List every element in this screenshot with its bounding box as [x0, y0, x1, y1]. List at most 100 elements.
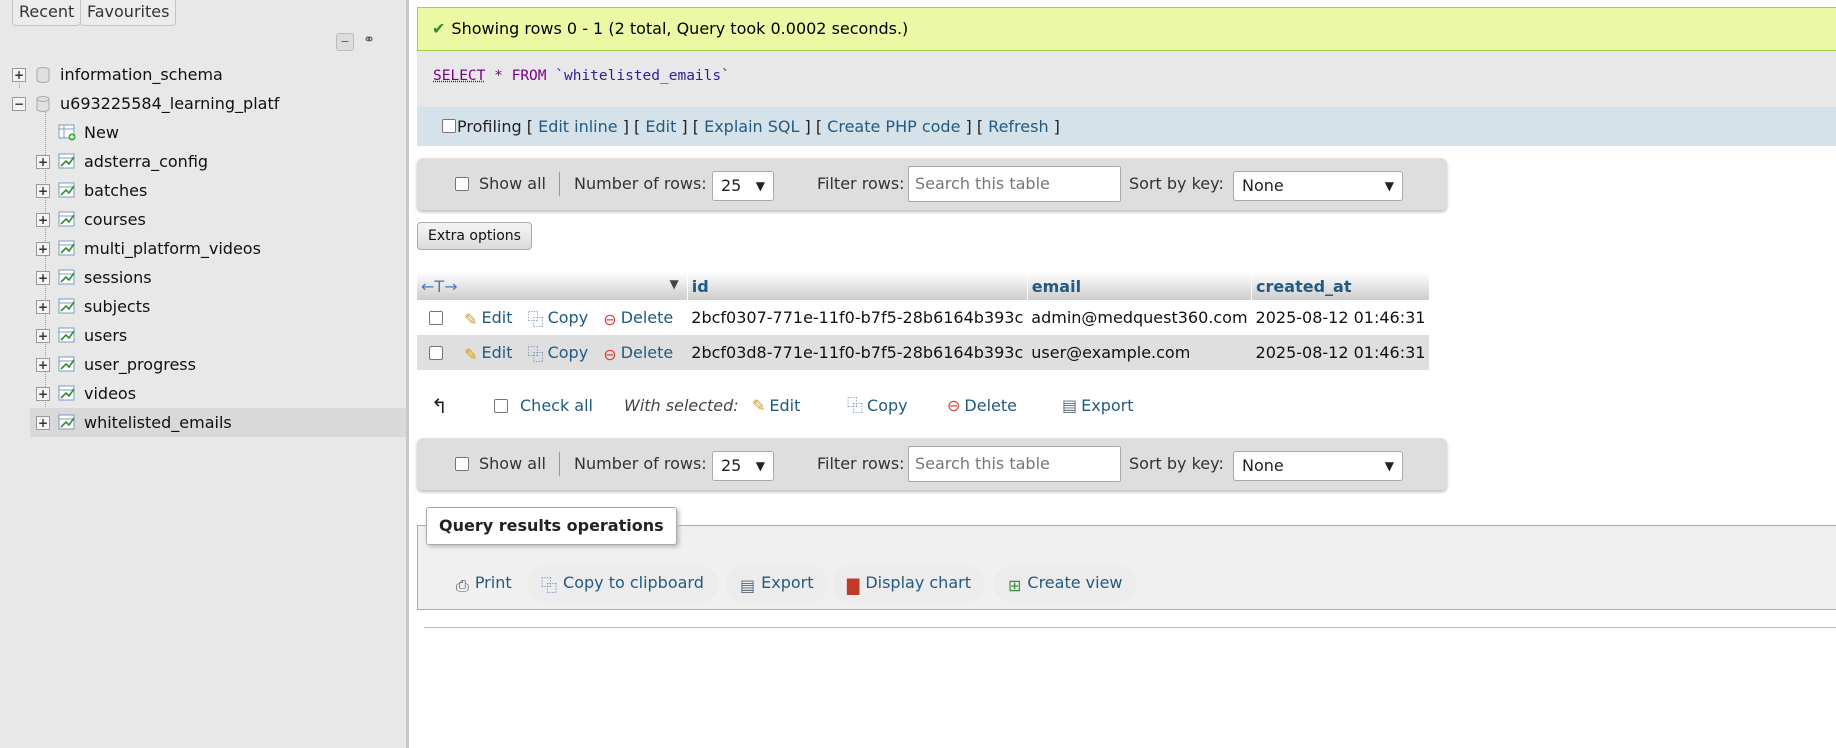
table-icon[interactable] — [58, 298, 76, 315]
table-row[interactable]: ✎ Edit ⿻ Copy ⊖ Delete 2bcf0307-771e-11f0-b… — [417, 300, 1430, 335]
tree-item-videos[interactable]: + videos — [0, 379, 406, 408]
explain-sql-link[interactable]: Explain SQL — [704, 117, 799, 136]
show-all-label[interactable]: Show all — [479, 438, 546, 490]
expand-icon[interactable]: + — [36, 271, 50, 285]
tree-item-courses[interactable]: + courses — [0, 205, 406, 234]
tree-item-new-table[interactable]: New — [0, 118, 406, 147]
tree-item-label[interactable]: multi_platform_videos — [84, 234, 261, 263]
link-icon[interactable]: ⚭ — [360, 33, 378, 51]
bulk-delete-button[interactable]: ⊖ Delete — [947, 389, 1017, 423]
sort-by-key-select[interactable]: None ▼ — [1233, 171, 1403, 201]
cell-id[interactable]: 2bcf0307-771e-11f0-b7f5-28b6164b393c — [687, 300, 1028, 335]
tree-item-adsterra-config[interactable]: + adsterra_config — [0, 147, 406, 176]
tree-item-label[interactable]: adsterra_config — [84, 147, 208, 176]
column-header-id[interactable]: id — [687, 272, 1028, 300]
row-delete-button[interactable]: ⊖ Delete — [603, 343, 673, 364]
expand-icon[interactable]: + — [36, 329, 50, 343]
expand-icon[interactable]: + — [36, 213, 50, 227]
column-header-created-at[interactable]: created_at — [1251, 272, 1430, 300]
bulk-export-button[interactable]: ▤ Export — [1062, 389, 1134, 423]
row-checkbox[interactable] — [429, 311, 443, 325]
create-view-button[interactable]: ⊞ Create view — [994, 565, 1137, 603]
create-php-code-link[interactable]: Create PHP code — [827, 117, 960, 136]
copy-to-clipboard-button[interactable]: ⿻ Copy to clipboard — [527, 565, 718, 603]
show-all-checkbox[interactable] — [455, 457, 469, 471]
bulk-edit-button[interactable]: ✎ Edit — [752, 389, 800, 423]
display-chart-button[interactable]: ▇ Display chart — [833, 565, 985, 603]
tree-item-batches[interactable]: + batches — [0, 176, 406, 205]
table-icon[interactable] — [58, 327, 76, 344]
expand-icon[interactable]: + — [12, 68, 26, 82]
recent-tab[interactable]: Recent — [12, 0, 82, 26]
tree-item-whitelisted-emails[interactable]: + whitelisted_emails — [30, 408, 406, 437]
sql-query-box[interactable]: SELECT * FROM `whitelisted_emails` — [417, 51, 1836, 107]
filter-rows-input[interactable]: Search this table — [908, 166, 1121, 202]
show-all-label[interactable]: Show all — [479, 158, 546, 210]
expand-icon[interactable]: + — [36, 155, 50, 169]
cell-id[interactable]: 2bcf03d8-771e-11f0-b7f5-28b6164b393c — [687, 335, 1028, 370]
row-checkbox[interactable] — [429, 346, 443, 360]
refresh-link[interactable]: Refresh — [988, 117, 1048, 136]
tree-item-sessions[interactable]: + sessions — [0, 263, 406, 292]
export-button[interactable]: ▤ Export — [726, 565, 828, 603]
check-all-link[interactable]: Check all — [520, 389, 593, 423]
column-arrows-header[interactable]: ←T→ ▼ — [417, 272, 688, 300]
column-header-email[interactable]: email — [1027, 272, 1253, 300]
tree-item-label[interactable]: u693225584_learning_platf — [60, 89, 279, 118]
tree-item-label[interactable]: user_progress — [84, 350, 196, 379]
column-arrows-icon[interactable]: ←T→ — [421, 277, 458, 296]
table-row[interactable]: ✎ Edit ⿻ Copy ⊖ Delete 2bcf03d8-771e-11f0-b… — [417, 335, 1430, 370]
favourites-tab[interactable]: Favourites — [80, 0, 177, 26]
row-edit-button[interactable]: ✎ Edit — [464, 343, 512, 364]
tree-item-label[interactable]: batches — [84, 176, 147, 205]
collapse-all-icon[interactable]: − — [336, 33, 354, 51]
expand-icon[interactable]: + — [36, 300, 50, 314]
tree-item-label[interactable]: information_schema — [60, 60, 223, 89]
extra-options-button[interactable]: Extra options — [417, 222, 532, 250]
tree-item-label[interactable]: sessions — [84, 263, 152, 292]
expand-icon[interactable]: + — [36, 242, 50, 256]
tree-item-learning-platform-db[interactable]: − u693225584_learning_platf — [0, 89, 406, 118]
table-icon[interactable] — [58, 182, 76, 199]
tree-item-label[interactable]: subjects — [84, 292, 150, 321]
tree-item-label[interactable]: courses — [84, 205, 146, 234]
row-edit-button[interactable]: ✎ Edit — [464, 308, 512, 329]
tree-item-label[interactable]: whitelisted_emails — [84, 408, 232, 437]
profiling-checkbox[interactable] — [442, 119, 456, 133]
expand-icon[interactable]: + — [36, 416, 50, 430]
expand-icon[interactable]: + — [36, 184, 50, 198]
table-icon[interactable] — [58, 356, 76, 373]
cell-created-at[interactable]: 2025-08-12 01:46:31 — [1251, 300, 1430, 335]
number-of-rows-select[interactable]: 25 ▼ — [712, 451, 774, 481]
tree-item-users[interactable]: + users — [0, 321, 406, 350]
filter-rows-input[interactable]: Search this table — [908, 446, 1121, 482]
row-delete-button[interactable]: ⊖ Delete — [603, 308, 673, 329]
table-icon[interactable] — [58, 153, 76, 170]
check-all-checkbox[interactable] — [494, 399, 508, 413]
row-copy-button[interactable]: ⿻ Copy — [528, 308, 589, 329]
cell-email[interactable]: admin@medquest360.com — [1027, 300, 1252, 335]
number-of-rows-select[interactable]: 25 ▼ — [712, 171, 774, 201]
sort-by-key-select[interactable]: None ▼ — [1233, 451, 1403, 481]
print-button[interactable]: ⎙ Print — [442, 565, 526, 603]
edit-query-link[interactable]: Edit — [645, 117, 676, 136]
table-icon[interactable] — [58, 414, 76, 431]
sort-chevron-icon[interactable]: ▼ — [670, 277, 679, 291]
edit-inline-link[interactable]: Edit inline — [538, 117, 618, 136]
tree-item-subjects[interactable]: + subjects — [0, 292, 406, 321]
sql-keyword-select[interactable]: SELECT — [433, 68, 485, 84]
collapse-icon[interactable]: − — [12, 97, 26, 111]
table-icon[interactable] — [58, 211, 76, 228]
show-all-checkbox[interactable] — [455, 177, 469, 191]
cell-created-at[interactable]: 2025-08-12 01:46:31 — [1251, 335, 1430, 370]
table-icon[interactable] — [58, 385, 76, 402]
tree-item-user-progress[interactable]: + user_progress — [0, 350, 406, 379]
bulk-copy-button[interactable]: ⿻ Copy — [847, 389, 908, 423]
expand-icon[interactable]: + — [36, 358, 50, 372]
cell-email[interactable]: user@example.com — [1027, 335, 1252, 370]
tree-item-label[interactable]: videos — [84, 379, 136, 408]
tree-item-label[interactable]: New — [84, 118, 119, 147]
table-icon[interactable] — [58, 240, 76, 257]
tree-item-information-schema[interactable]: + information_schema — [0, 60, 406, 89]
tree-item-label[interactable]: users — [84, 321, 127, 350]
